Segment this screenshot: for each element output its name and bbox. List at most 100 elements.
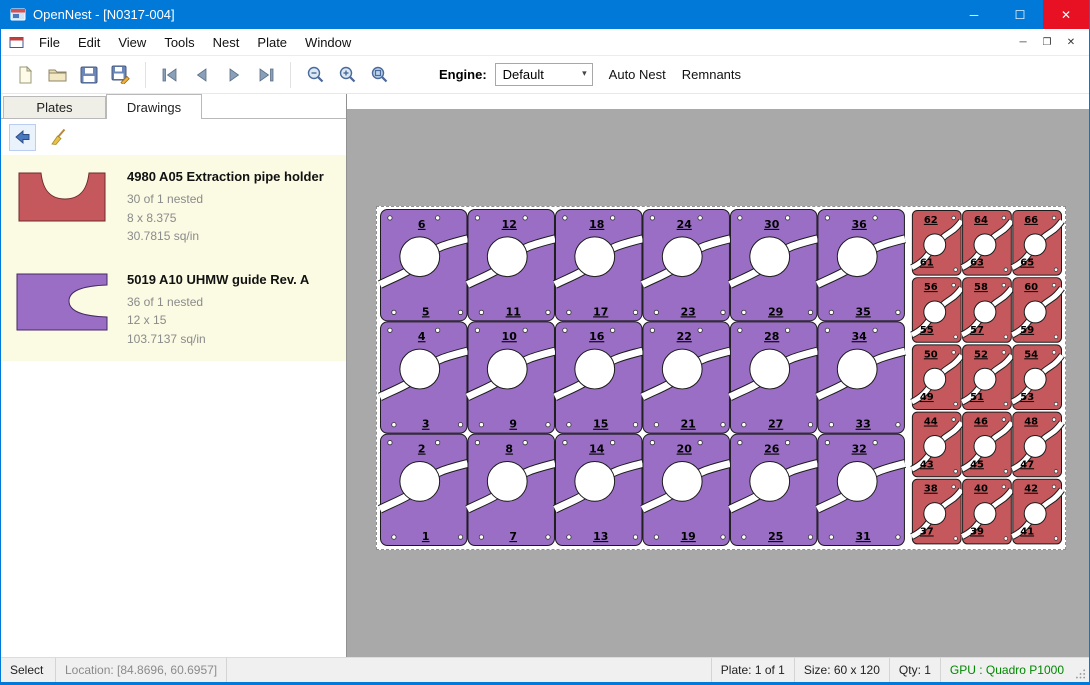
- main-area: Plates Drawings: [1, 94, 1089, 657]
- app-icon: [10, 7, 26, 22]
- drawing-thumbnail-purple: [15, 270, 111, 334]
- drawings-toolbar: [1, 119, 346, 155]
- last-plate-button[interactable]: [250, 60, 282, 90]
- minimize-button[interactable]: ─: [951, 0, 997, 29]
- svg-text:50: 50: [924, 349, 938, 360]
- list-item-drawing-2[interactable]: 5019 A10 UHMW guide Rev. A 36 of 1 neste…: [1, 258, 346, 361]
- auto-nest-button[interactable]: Auto Nest: [609, 67, 666, 82]
- menu-view[interactable]: View: [109, 30, 155, 55]
- menu-file[interactable]: File: [30, 30, 69, 55]
- nest-canvas[interactable]: 6512111817242330293635431091615222128273…: [347, 94, 1089, 657]
- remnants-button[interactable]: Remnants: [682, 67, 741, 82]
- svg-text:51: 51: [970, 392, 984, 403]
- open-button[interactable]: [41, 60, 73, 90]
- child-minimize-button[interactable]: ─: [1011, 32, 1035, 52]
- child-close-button[interactable]: ✕: [1059, 32, 1083, 52]
- resize-grip[interactable]: [1073, 658, 1089, 682]
- svg-text:9: 9: [509, 418, 517, 431]
- menu-tools[interactable]: Tools: [155, 30, 203, 55]
- svg-text:37: 37: [920, 526, 934, 537]
- side-panel: Plates Drawings: [1, 94, 347, 657]
- drawing-size: 8 x 8.375: [127, 209, 324, 228]
- svg-text:46: 46: [974, 417, 988, 428]
- status-gpu: GPU : Quadro P1000: [941, 658, 1073, 682]
- menu-window[interactable]: Window: [296, 30, 360, 55]
- svg-text:66: 66: [1024, 215, 1038, 226]
- tab-plates[interactable]: Plates: [3, 96, 106, 118]
- svg-text:26: 26: [764, 443, 780, 456]
- engine-select[interactable]: Default ▾: [495, 63, 593, 86]
- svg-text:65: 65: [1020, 258, 1034, 269]
- title-bar: OpenNest - [N0317-004] ─ ☐ ✕: [1, 0, 1089, 29]
- menu-edit[interactable]: Edit: [69, 30, 109, 55]
- close-button[interactable]: ✕: [1043, 0, 1089, 29]
- svg-text:38: 38: [924, 484, 938, 495]
- save-as-icon: [111, 65, 131, 84]
- svg-text:4: 4: [418, 330, 426, 343]
- svg-text:49: 49: [920, 392, 934, 403]
- minimize-icon: ─: [970, 8, 979, 22]
- last-arrow-icon: [256, 66, 276, 84]
- svg-text:54: 54: [1024, 349, 1038, 360]
- import-drawing-button[interactable]: [9, 124, 36, 151]
- svg-text:16: 16: [589, 330, 605, 343]
- svg-text:60: 60: [1024, 282, 1038, 293]
- panel-tabs: Plates Drawings: [1, 94, 346, 119]
- svg-text:36: 36: [852, 218, 868, 231]
- zoom-in-button[interactable]: [331, 60, 363, 90]
- window-title: OpenNest - [N0317-004]: [33, 7, 175, 22]
- svg-text:59: 59: [1020, 325, 1034, 336]
- save-icon: [80, 66, 98, 84]
- tab-drawings[interactable]: Drawings: [106, 94, 202, 119]
- child-window-controls: ─ ❐ ✕: [1011, 32, 1083, 52]
- svg-text:28: 28: [764, 330, 779, 343]
- previous-plate-button[interactable]: [186, 60, 218, 90]
- clean-drawings-button[interactable]: [44, 124, 71, 151]
- status-mode: Select: [1, 658, 55, 682]
- zoom-in-icon: [338, 65, 357, 84]
- svg-text:45: 45: [970, 459, 984, 470]
- toolbar-separator: [145, 62, 146, 88]
- save-button[interactable]: [73, 60, 105, 90]
- app-window: OpenNest - [N0317-004] ─ ☐ ✕ File Edit V…: [0, 0, 1090, 685]
- svg-text:53: 53: [1020, 392, 1034, 403]
- child-restore-button[interactable]: ❐: [1035, 32, 1059, 52]
- child-restore-icon: ❐: [1043, 37, 1052, 48]
- svg-text:17: 17: [593, 305, 608, 318]
- menu-nest[interactable]: Nest: [204, 30, 249, 55]
- canvas-top-strip: [347, 94, 1089, 109]
- svg-text:24: 24: [677, 218, 693, 231]
- svg-text:40: 40: [974, 484, 988, 495]
- save-as-button[interactable]: [105, 60, 137, 90]
- maximize-button[interactable]: ☐: [997, 0, 1043, 29]
- zoom-fit-icon: [370, 65, 389, 84]
- svg-text:2: 2: [418, 443, 426, 456]
- svg-text:33: 33: [856, 418, 871, 431]
- svg-text:19: 19: [681, 530, 696, 543]
- drawing-info: 4980 A05 Extraction pipe holder 30 of 1 …: [127, 167, 324, 246]
- drawing-nested-count: 30 of 1 nested: [127, 190, 324, 209]
- svg-text:20: 20: [677, 443, 693, 456]
- new-file-icon: [16, 66, 34, 84]
- list-item-drawing-1[interactable]: 4980 A05 Extraction pipe holder 30 of 1 …: [1, 155, 346, 258]
- svg-text:3: 3: [422, 418, 430, 431]
- svg-text:31: 31: [856, 530, 871, 543]
- menu-plate[interactable]: Plate: [248, 30, 296, 55]
- svg-text:39: 39: [970, 526, 984, 537]
- status-right-group: Plate: 1 of 1 Size: 60 x 120 Qty: 1 GPU …: [711, 658, 1089, 682]
- chevron-down-icon: ▾: [582, 68, 587, 79]
- status-qty: Qty: 1: [890, 658, 940, 682]
- svg-text:35: 35: [856, 305, 871, 318]
- plate-view[interactable]: 6512111817242330293635431091615222128273…: [376, 206, 1066, 550]
- svg-text:12: 12: [502, 218, 517, 231]
- new-button[interactable]: [9, 60, 41, 90]
- first-plate-button[interactable]: [154, 60, 186, 90]
- svg-text:29: 29: [768, 305, 783, 318]
- zoom-out-button[interactable]: [299, 60, 331, 90]
- zoom-fit-button[interactable]: [363, 60, 395, 90]
- svg-text:25: 25: [768, 530, 783, 543]
- next-plate-button[interactable]: [218, 60, 250, 90]
- svg-text:57: 57: [970, 325, 984, 336]
- tab-plates-label: Plates: [36, 100, 72, 115]
- drawing-area: 30.7815 sq/in: [127, 227, 324, 246]
